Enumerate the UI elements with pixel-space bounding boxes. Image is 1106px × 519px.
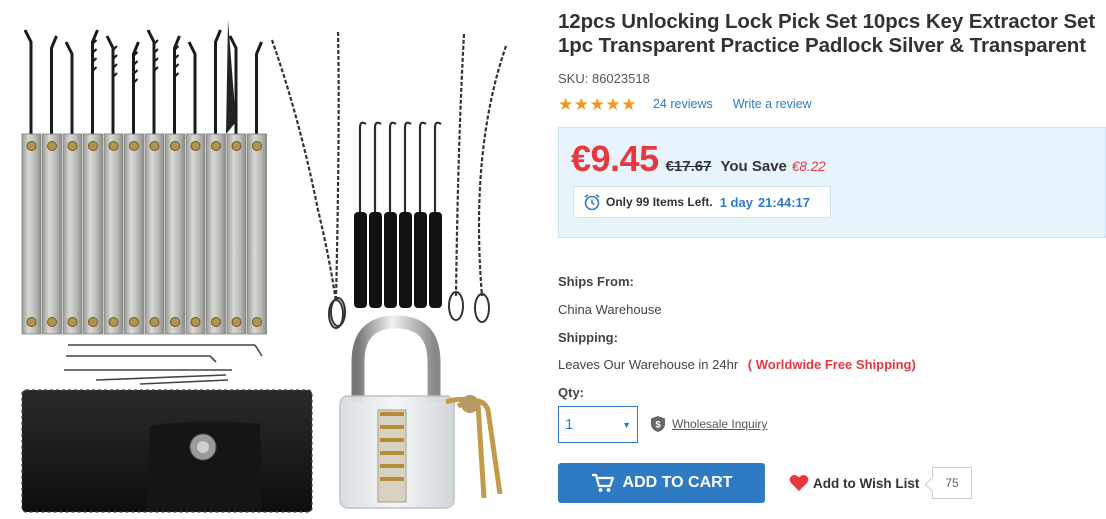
countdown-days: 1 day <box>719 194 753 210</box>
key-extractors-group <box>354 121 442 308</box>
lock-pick <box>206 29 226 335</box>
heart-icon <box>789 474 809 492</box>
key-extractor <box>369 121 382 308</box>
lock-pick <box>165 35 185 335</box>
key-extractor <box>399 121 412 308</box>
sku: SKU: 86023518 <box>558 71 1106 86</box>
lock-pick-set-illustration <box>21 20 508 513</box>
key-extractor <box>414 121 427 308</box>
star-icon: ★ <box>589 94 605 114</box>
dropdown-arrow-icon: ▼ <box>622 420 631 430</box>
add-to-wishlist-button[interactable]: Add to Wish List <box>789 474 919 492</box>
write-review-link[interactable]: Write a review <box>733 97 812 111</box>
lock-pick <box>21 29 42 335</box>
lock-pick <box>42 35 62 335</box>
sku-value: 86023518 <box>591 71 650 86</box>
ships-from-value: China Warehouse <box>558 302 662 317</box>
lock-pick <box>124 41 144 335</box>
key-extractor <box>354 121 367 308</box>
add-to-cart-button[interactable]: ADD TO CART <box>558 463 765 503</box>
ships-from-label: Ships From: <box>558 274 634 289</box>
original-price: €17.67 <box>665 158 712 175</box>
countdown-box: Only 99 Items Left. 1 day 21:44:17 <box>573 186 831 218</box>
star-icon: ★ <box>605 94 621 114</box>
sku-label: SKU: <box>558 71 589 86</box>
wishlist-count-value: 75 <box>945 476 959 490</box>
dollar-shield-icon: $ <box>650 415 666 433</box>
tension-wrenches <box>64 344 263 385</box>
key-extractor <box>384 121 397 308</box>
you-save-label: You Save <box>720 158 787 175</box>
free-shipping-note: ( Worldwide Free Shipping) <box>747 357 916 372</box>
lock-pick <box>144 29 165 335</box>
current-price: €9.45 <box>571 138 659 179</box>
lock-pick <box>103 35 124 335</box>
svg-text:$: $ <box>655 420 661 431</box>
product-image <box>0 0 530 519</box>
qty-value: 1 <box>565 416 574 433</box>
lock-pick <box>62 41 83 335</box>
price-row: €9.45 €17.67 You Save €8.22 <box>571 138 826 180</box>
shipping-value-row: Leaves Our Warehouse in 24hr ( Worldwide… <box>558 357 916 372</box>
alarm-clock-icon <box>583 193 601 211</box>
product-title: 12pcs Unlocking Lock Pick Set 10pcs Key … <box>558 10 1096 57</box>
lock-pick <box>247 41 267 335</box>
lock-picks-group <box>21 20 267 335</box>
transparent-padlock <box>339 315 503 509</box>
add-to-cart-label: ADD TO CART <box>622 474 733 491</box>
shipping-label: Shipping: <box>558 330 618 345</box>
qty-label: Qty: <box>558 385 584 400</box>
save-amount: €8.22 <box>791 159 826 174</box>
add-to-wishlist-label: Add to Wish List <box>813 475 920 491</box>
wholesale-inquiry-link[interactable]: $ Wholesale Inquiry <box>650 415 767 433</box>
shipping-value: Leaves Our Warehouse in 24hr <box>558 357 739 372</box>
countdown-time: 21:44:17 <box>757 194 810 210</box>
rating-row: ★ ★ ★ ★ ★ 24 reviews Write a review <box>558 95 1106 113</box>
lock-pick <box>185 41 206 335</box>
lock-pick <box>83 29 103 335</box>
cart-icon <box>591 473 615 493</box>
price-box: €9.45 €17.67 You Save €8.22 Only 99 Item… <box>558 127 1106 238</box>
star-icon: ★ <box>573 94 590 114</box>
star-icon: ★ <box>621 94 637 114</box>
key-extractor <box>429 121 442 308</box>
wholesale-inquiry-text: Wholesale Inquiry <box>672 417 768 431</box>
reviews-link[interactable]: 24 reviews <box>653 97 713 111</box>
rating-stars: ★ ★ ★ ★ ★ <box>558 96 637 113</box>
star-icon: ★ <box>558 94 574 114</box>
stock-left-text: Only 99 Items Left. <box>606 195 713 209</box>
wishlist-count: 75 <box>932 467 972 499</box>
leather-pouch <box>21 389 313 513</box>
qty-select[interactable]: 1 ▼ <box>558 406 638 443</box>
product-info: 12pcs Unlocking Lock Pick Set 10pcs Key … <box>558 10 1106 503</box>
